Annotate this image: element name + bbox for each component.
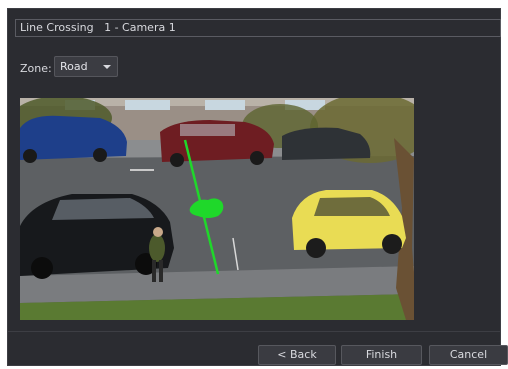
car-windows bbox=[180, 124, 235, 136]
pedestrian bbox=[149, 234, 165, 262]
window-2 bbox=[205, 100, 245, 110]
zone-label: Zone: bbox=[20, 62, 52, 75]
camera-frame bbox=[20, 98, 414, 320]
wheel bbox=[382, 234, 402, 254]
wheel bbox=[250, 151, 264, 165]
back-button[interactable]: < Back bbox=[258, 345, 336, 365]
wheel bbox=[23, 149, 37, 163]
line-crossing-dialog: Line Crossing 1 - Camera 1 Zone: Road < … bbox=[7, 8, 508, 366]
pedestrian-leg bbox=[152, 260, 156, 282]
window-1 bbox=[125, 100, 170, 110]
camera-view[interactable] bbox=[20, 98, 414, 320]
wheel bbox=[93, 148, 107, 162]
divider bbox=[8, 331, 500, 332]
zone-dropdown[interactable]: Road bbox=[54, 56, 118, 77]
wheel bbox=[170, 153, 184, 167]
pedestrian-head bbox=[153, 227, 163, 237]
title-bar: Line Crossing 1 - Camera 1 bbox=[15, 19, 501, 37]
zone-selected-value: Road bbox=[60, 60, 88, 73]
pedestrian-leg bbox=[159, 260, 163, 282]
dialog-title: Line Crossing 1 - Camera 1 bbox=[20, 21, 176, 34]
finish-button[interactable]: Finish bbox=[341, 345, 422, 365]
wheel bbox=[306, 238, 326, 258]
wheel bbox=[31, 257, 53, 279]
chevron-down-icon bbox=[103, 65, 111, 69]
road-marking bbox=[130, 169, 154, 171]
cancel-button[interactable]: Cancel bbox=[429, 345, 508, 365]
